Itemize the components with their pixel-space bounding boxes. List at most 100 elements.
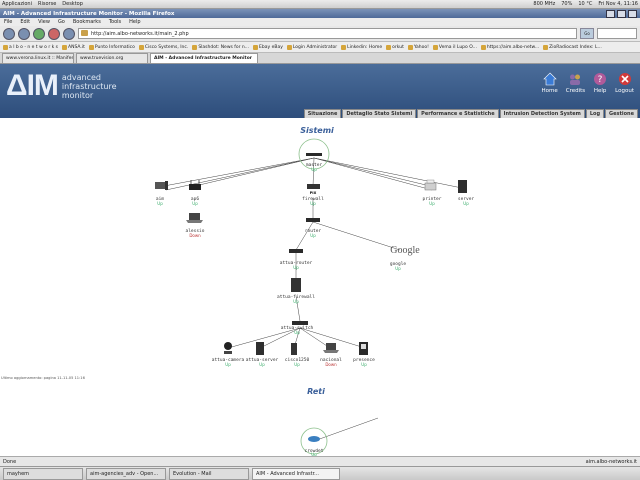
bookmark-item[interactable]: orkut [386, 44, 404, 50]
bookmark-item[interactable]: Slashdot: News for n... [192, 44, 249, 50]
router-icon [308, 436, 320, 442]
node-aim[interactable]: aim Up [155, 181, 168, 206]
close-button[interactable] [628, 9, 637, 18]
bookmark-icon [543, 44, 549, 50]
bookmark-item[interactable]: https://aim.albo-netw... [480, 44, 539, 50]
svg-text:Up: Up [310, 233, 316, 238]
bookmark-item[interactable]: Punto Informatico [88, 44, 135, 50]
menu-view[interactable]: View [38, 19, 50, 25]
network-diagram: Sistemi Reti master Up aim Up ap6 Up PIX… [155, 126, 475, 456]
nav-dettaglio[interactable]: Dettaglio Stato Sistemi [342, 109, 417, 118]
camera-icon [224, 342, 232, 350]
clock[interactable]: Fri Nov 4, 11:16 [598, 1, 638, 7]
taskbar-item[interactable]: mayhem [3, 467, 83, 480]
node-attua-server[interactable]: attua-server Up [246, 342, 279, 367]
node-firewall[interactable]: PIX firewall Up [302, 184, 324, 206]
logout-icon [618, 73, 631, 85]
browser-tab[interactable]: www.truevision.org [76, 53, 148, 63]
logout-link[interactable]: Logout [615, 72, 634, 94]
menu-go[interactable]: Go [58, 19, 65, 25]
bookmark-item[interactable]: Login Administrator [286, 44, 337, 50]
bookmark-item[interactable]: Vema il Lupo O... [432, 44, 477, 50]
menu-tools[interactable]: Tools [109, 19, 121, 25]
svg-text:PIX: PIX [310, 191, 317, 195]
node-attua-firewall[interactable]: attua-firewall Up [277, 278, 315, 304]
taskbar-item[interactable]: aim-agencies_adv - Open... [86, 467, 166, 480]
node-cisco1250[interactable]: cisco1250 Up [285, 343, 310, 367]
home-nav-icon[interactable] [63, 27, 75, 40]
maximize-button[interactable] [617, 9, 626, 18]
node-crowdet[interactable]: crowdet Up [300, 427, 328, 456]
node-server[interactable]: server Up [458, 180, 475, 206]
help-icon: ? [594, 73, 607, 85]
stop-icon[interactable] [48, 27, 60, 40]
switch-icon [306, 153, 322, 156]
svg-text:Up: Up [429, 201, 435, 206]
bookmark-icon [480, 44, 486, 50]
browser-tab-active[interactable]: AIM - Advanced Infrastructure Monitor [150, 53, 258, 63]
menu-applications[interactable]: Applicazioni [2, 1, 32, 7]
svg-text:Down: Down [325, 362, 337, 367]
window-titlebar: AIM - Advanced Infrastructure Monitor - … [0, 9, 640, 18]
nav-performance[interactable]: Performance e Statistiche [417, 109, 499, 118]
node-printer[interactable]: printer Up [423, 179, 442, 206]
help-link[interactable]: ? Help [593, 72, 607, 94]
menu-bookmarks[interactable]: Bookmarks [73, 19, 101, 25]
taskbar: mayhem aim-agencies_adv - Open... Evolut… [0, 466, 640, 480]
bookmark-icon [88, 44, 94, 50]
aim-logo[interactable]: ΔIM advanced infrastructure monitor [6, 69, 117, 103]
bookmark-item[interactable]: a l b o - n e t w o r k s [3, 44, 58, 50]
bookmark-item[interactable]: Linkedin: Home [341, 44, 382, 50]
node-master[interactable]: master Up [298, 138, 330, 172]
bookmark-item[interactable]: Ebay eBay [253, 44, 283, 50]
status-host: aim.albo-networks.it [585, 458, 637, 465]
bookmark-icon [407, 44, 413, 50]
menu-desktop[interactable]: Desktop [62, 1, 83, 7]
menu-edit[interactable]: Edit [20, 19, 30, 25]
laptop-icon [189, 213, 200, 220]
pc-icon [155, 182, 165, 189]
node-attua-switch[interactable]: attua-switch Up [281, 321, 314, 335]
bookmark-icon [138, 44, 144, 50]
search-input[interactable] [597, 28, 637, 39]
nav-log[interactable]: Log [585, 109, 605, 118]
bookmark-icon [386, 44, 392, 50]
home-link[interactable]: Home [542, 72, 558, 94]
menubar: File Edit View Go Bookmarks Tools Help [0, 18, 640, 26]
minimize-button[interactable] [606, 9, 615, 18]
browser-tab[interactable]: www.verona.linux.it :: Manifesti@blog [2, 53, 74, 63]
reload-icon[interactable] [33, 27, 45, 40]
node-attua-camera[interactable]: attua-camera Up [212, 342, 245, 367]
node-presence[interactable]: presence Up [353, 342, 375, 367]
bookmark-item[interactable]: Cisco Systems, Inc. [138, 44, 188, 50]
go-button[interactable]: Go [580, 28, 594, 39]
google-logo-icon: Google [390, 245, 420, 256]
bookmark-item[interactable]: Yahoo! [407, 44, 429, 50]
node-alessio[interactable]: alessio Down [186, 213, 205, 238]
credits-link[interactable]: Credits [566, 72, 585, 94]
svg-text:Up: Up [361, 362, 367, 367]
menu-help[interactable]: Help [129, 19, 140, 25]
nav-situazione[interactable]: Situazione [303, 109, 342, 118]
taskbar-item-active[interactable]: AIM - Advanced Infrastr... [252, 467, 340, 480]
menu-file[interactable]: File [4, 19, 12, 25]
bookmark-icon [432, 44, 438, 50]
nav-ids[interactable]: Intrusion Detection System [499, 109, 585, 118]
svg-text:?: ? [598, 75, 603, 85]
url-bar[interactable]: http://aim.albo-networks.it/main_2.php [78, 28, 577, 39]
svg-text:Up: Up [310, 201, 316, 206]
svg-text:Up: Up [225, 362, 231, 367]
forward-icon[interactable] [18, 27, 30, 40]
node-router[interactable]: router Up [305, 218, 322, 238]
taskbar-item[interactable]: Evolution - Mail [169, 467, 249, 480]
bookmark-item[interactable]: ZioRadiocast Index: L... [543, 44, 602, 50]
nav-gestione[interactable]: Gestione [605, 109, 638, 118]
nav-toolbar: http://aim.albo-networks.it/main_2.php G… [0, 26, 640, 42]
back-icon[interactable] [3, 27, 15, 40]
status-text: Done [3, 458, 17, 465]
node-google[interactable]: Google google Up [390, 245, 420, 271]
node-nacional[interactable]: nacional Down [320, 343, 342, 367]
menu-places[interactable]: Risorse [38, 1, 56, 7]
svg-text:Up: Up [294, 330, 300, 335]
bookmark-item[interactable]: ANSA.it [62, 44, 85, 50]
